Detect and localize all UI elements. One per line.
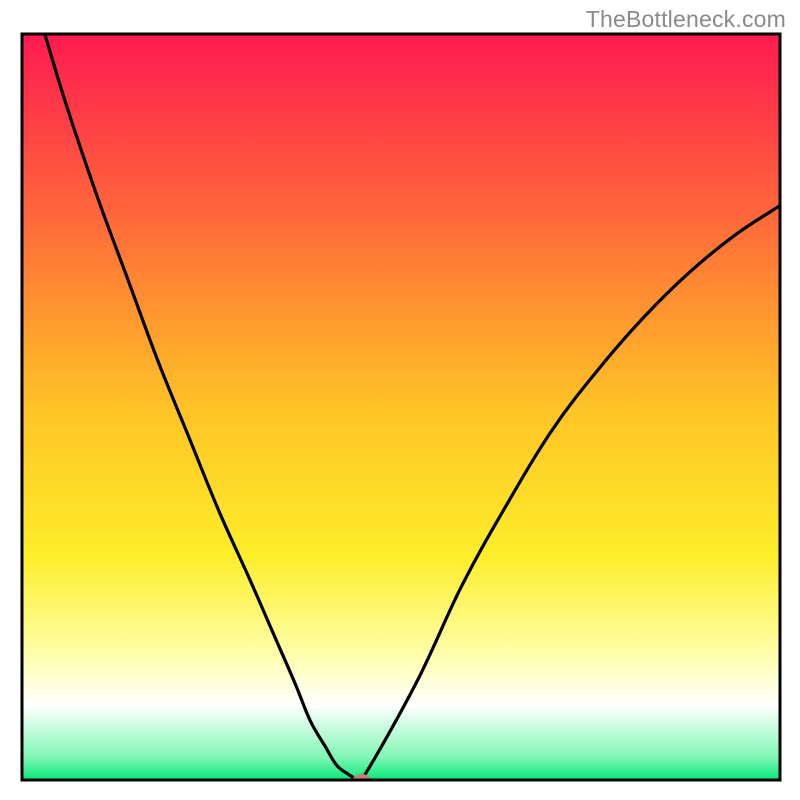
gradient-background <box>22 34 780 780</box>
chart-container: { "watermark": "TheBottleneck.com", "cha… <box>0 0 800 800</box>
watermark-text: TheBottleneck.com <box>586 6 786 33</box>
bottleneck-chart <box>0 0 800 800</box>
